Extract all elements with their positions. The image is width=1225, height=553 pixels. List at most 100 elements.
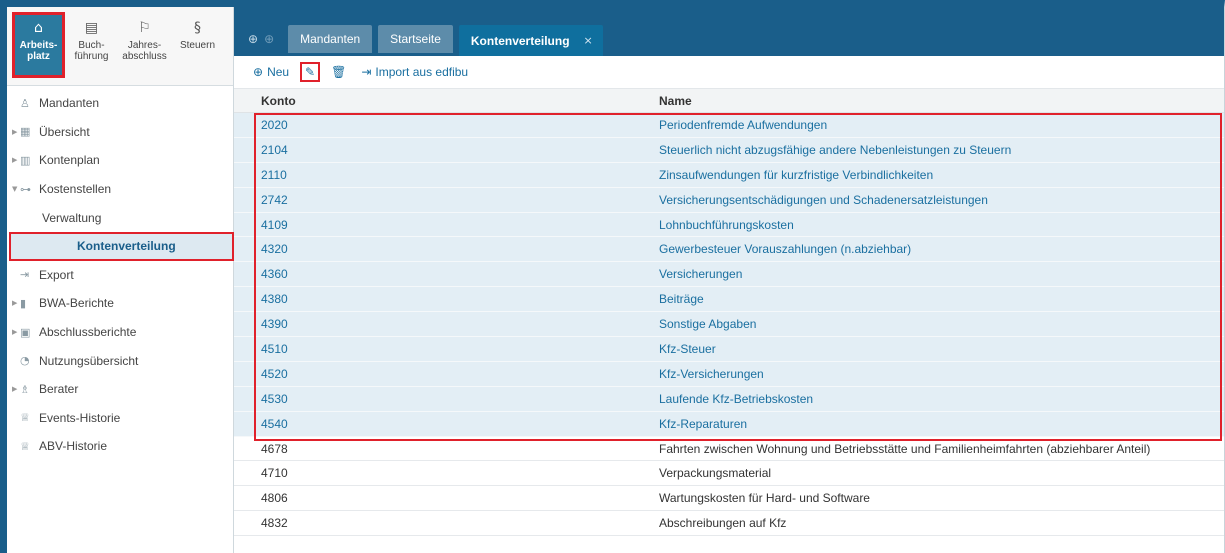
cell-konto: 4678: [261, 441, 288, 456]
tree-item-label: Nutzungsübersicht: [39, 353, 139, 368]
cell-konto: 4510: [261, 341, 288, 356]
table-row[interactable]: 4510 Kfz-Steuer: [234, 337, 1224, 362]
table-row[interactable]: 4806 Wartungskosten für Hard- und Softwar…: [234, 486, 1224, 512]
tree-item-label: Export: [39, 267, 74, 282]
tree-item-kostenstellen[interactable]: ▼ ⊶ Kostenstellen: [7, 175, 233, 204]
nav-label: Arbeits- platz: [19, 40, 58, 62]
main-panel: ⊕ ⊕ Mandanten Startseite Kontenverteilun…: [234, 7, 1224, 553]
tree-item-berater[interactable]: ▶ ♗ Berater: [7, 375, 233, 404]
cell-name: Fahrten zwischen Wohnung und Betriebsstä…: [659, 441, 1151, 456]
tree-item-bwa-berichte[interactable]: ▶ ▮ BWA-Berichte: [7, 289, 233, 318]
cell-name: Kfz-Versicherungen: [659, 366, 764, 381]
edit-button[interactable]: ✎: [300, 62, 321, 82]
cell-name: Verpackungsmaterial: [659, 466, 772, 481]
table-row[interactable]: 4520 Kfz-Versicherungen: [234, 361, 1224, 387]
tree-item-kontenplan[interactable]: ▶ ▥ Kontenplan: [7, 146, 233, 175]
table-row[interactable]: 2020 Periodenfremde Aufwendungen: [234, 113, 1224, 138]
import-icon: ⇥: [361, 65, 372, 79]
report-icon: ▣: [20, 325, 31, 339]
column-header-name[interactable]: Name: [632, 94, 1224, 108]
tree-item-label: Berater: [39, 382, 79, 397]
expand-arrow-icon[interactable]: ▶: [12, 299, 20, 307]
table-row[interactable]: 4832 Abschreibungen auf Kfz: [234, 511, 1224, 537]
table-row[interactable]: 4678 Fahrten zwischen Wohnung und Betrieb…: [234, 437, 1224, 462]
bar-chart-icon: ▮: [20, 296, 27, 310]
cell-name: Versicherungsentschädigungen und Schaden…: [659, 192, 988, 207]
tab-label: Startseite: [390, 32, 441, 46]
tree-item-verwaltung[interactable]: Verwaltung: [7, 203, 233, 232]
tree-item-kontenverteilung[interactable]: Kontenverteilung: [9, 231, 234, 261]
expand-arrow-icon[interactable]: ▶: [12, 328, 20, 336]
cell-name: Sonstige Abgaben: [659, 317, 757, 332]
tree-item-export[interactable]: ⇥ Export: [7, 261, 233, 290]
nav-buchfuehrung[interactable]: ▤ Buch- führung: [65, 12, 118, 78]
cell-name: Lohnbuchführungskosten: [659, 217, 794, 232]
tree-item-label: Kontenplan: [39, 153, 100, 168]
cell-name: Abschreibungen auf Kfz: [659, 516, 787, 531]
tab-mandanten[interactable]: Mandanten: [288, 25, 373, 53]
cell-name: Kfz-Reparaturen: [659, 416, 748, 431]
cell-konto: 2104: [261, 142, 288, 157]
new-button[interactable]: ⊕ Neu: [253, 65, 289, 79]
forward-icon[interactable]: ⊕: [264, 32, 274, 46]
tree-item-abschlussberichte[interactable]: ▶ ▣ Abschlussberichte: [7, 318, 233, 347]
tree-item-events-historie[interactable]: ♕ Events-Historie: [7, 404, 233, 433]
plus-circle-icon: ⊕: [253, 65, 264, 79]
table-row[interactable]: 4320 Gewerbesteuer Vorauszahlungen (n.abz…: [234, 237, 1224, 263]
table-row[interactable]: 4540 Kfz-Reparaturen: [234, 411, 1224, 437]
import-button[interactable]: ⇥ Import aus edfibu: [361, 65, 468, 79]
expand-arrow-icon[interactable]: ▶: [12, 128, 20, 136]
tree-item-label: Verwaltung: [42, 210, 102, 225]
cell-name: Versicherungen: [659, 267, 743, 282]
tab-kontenverteilung[interactable]: Kontenverteilung ×: [458, 25, 603, 56]
tree-item-label: Mandanten: [39, 96, 100, 111]
table-row[interactable]: 2742 Versicherungsentschädigungen und Sch…: [234, 187, 1224, 213]
nav-label: Jahres- abschluss: [122, 40, 167, 62]
cell-konto: 4320: [261, 242, 288, 257]
cell-konto: 4540: [261, 416, 288, 431]
cell-name: Wartungskosten für Hard- und Software: [659, 491, 870, 506]
nav-jahresabschluss[interactable]: ⚐ Jahres- abschluss: [118, 12, 171, 78]
back-icon[interactable]: ⊕: [248, 32, 258, 46]
trash-icon: 🗑: [331, 65, 347, 79]
app-window: ⌂ Arbeits- platz ▤ Buch- führung ⚐ Jahre…: [0, 0, 1225, 553]
accounts-table: Konto Name 2020 Periodenfremde Aufwendung…: [234, 89, 1224, 537]
table-row[interactable]: 4380 Beiträge: [234, 287, 1224, 313]
book-icon: ▤: [84, 20, 99, 36]
table-row[interactable]: 2104 Steuerlich nicht abzugsfähige andere…: [234, 137, 1224, 163]
tree-item-label: BWA-Berichte: [39, 296, 114, 311]
cell-konto: 4520: [261, 366, 288, 381]
tree-item-label: Kontenverteilung: [77, 239, 176, 254]
cell-konto: 4710: [261, 466, 288, 481]
nav-arbeitsplatz[interactable]: ⌂ Arbeits- platz: [12, 12, 65, 78]
tab-label: Mandanten: [300, 32, 361, 46]
table-row[interactable]: 4710 Verpackungsmaterial: [234, 461, 1224, 487]
close-icon[interactable]: ×: [584, 34, 593, 47]
table-icon: ▥: [20, 153, 31, 167]
nav-steuern[interactable]: § Steuern: [171, 12, 224, 78]
expand-arrow-icon[interactable]: ▶: [12, 156, 20, 164]
collapse-arrow-icon[interactable]: ▼: [12, 185, 20, 193]
expand-arrow-icon[interactable]: ▶: [12, 385, 20, 393]
tab-label: Kontenverteilung: [470, 33, 570, 48]
nav-label: Steuern: [179, 40, 216, 51]
import-label: Import aus edfibu: [375, 65, 469, 79]
cell-name: Steuerlich nicht abzugsfähige andere Neb…: [659, 142, 1012, 157]
cell-konto: 4806: [261, 491, 288, 506]
tree-item-label: ABV-Historie: [39, 439, 108, 454]
delete-button[interactable]: 🗑: [331, 65, 350, 79]
table-row[interactable]: 2110 Zinsaufwendungen für kurzfristige Ve…: [234, 162, 1224, 188]
tree-item-mandanten[interactable]: ♙ Mandanten: [7, 89, 233, 118]
nav-tree: ♙ Mandanten ▶ ▦ Übersicht ▶ ▥ Kontenplan…: [7, 86, 234, 461]
tab-startseite[interactable]: Startseite: [378, 25, 453, 53]
tree-item-uebersicht[interactable]: ▶ ▦ Übersicht: [7, 118, 233, 147]
column-header-konto[interactable]: Konto: [234, 94, 632, 108]
cell-konto: 4832: [261, 516, 288, 531]
cell-konto: 4530: [261, 391, 288, 406]
table-row[interactable]: 4109 Lohnbuchführungskosten: [234, 212, 1224, 238]
tree-item-nutzungsuebersicht[interactable]: ◔ Nutzungsübersicht: [7, 346, 233, 375]
table-row[interactable]: 4530 Laufende Kfz-Betriebskosten: [234, 386, 1224, 412]
tree-item-abv-historie[interactable]: ♕ ABV-Historie: [7, 432, 233, 461]
table-row[interactable]: 4360 Versicherungen: [234, 262, 1224, 288]
table-row[interactable]: 4390 Sonstige Abgaben: [234, 312, 1224, 338]
